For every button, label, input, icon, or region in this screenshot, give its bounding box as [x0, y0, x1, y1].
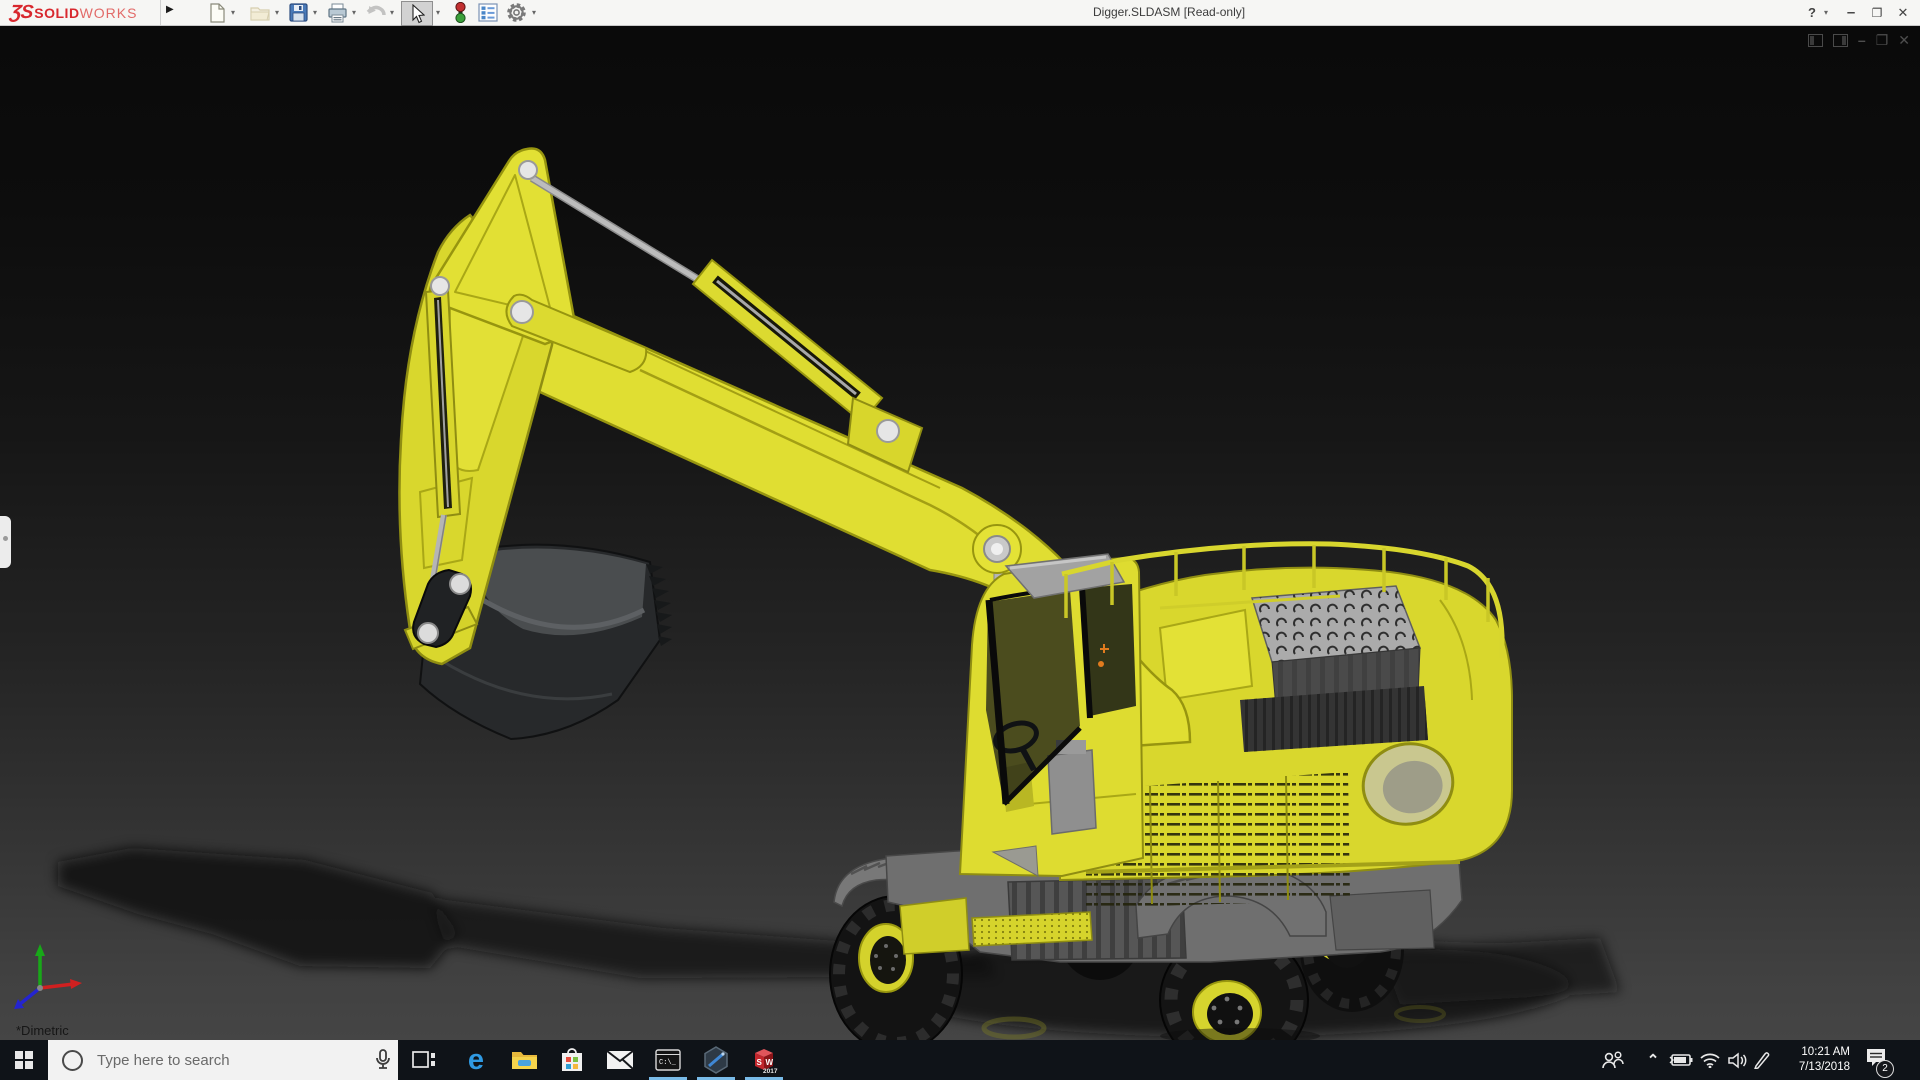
store-icon [562, 1048, 582, 1071]
clock-date: 7/13/2018 [1798, 1061, 1850, 1073]
properties-list-icon [478, 3, 498, 22]
settings-caret-icon[interactable]: ▾ [532, 8, 536, 17]
help-caret-icon[interactable]: ▾ [1820, 0, 1832, 25]
search-input[interactable] [95, 1050, 339, 1070]
command-prompt-icon: C:\_ [655, 1049, 681, 1071]
file-explorer-icon [511, 1052, 537, 1069]
pane-right-icon[interactable] [1832, 33, 1848, 47]
new-document-button[interactable] [206, 2, 228, 23]
people-button[interactable] [1596, 1040, 1630, 1080]
taskbar-edge-button[interactable]: e [452, 1040, 500, 1080]
print-icon [327, 3, 347, 22]
clock-time: 10:21 AM [1801, 1046, 1850, 1058]
cortana-icon [62, 1049, 83, 1071]
save-button[interactable] [287, 2, 309, 23]
taskbar-mail-button[interactable] [596, 1040, 644, 1080]
hexagon-app-icon [704, 1046, 728, 1074]
print-caret-icon[interactable]: ▾ [352, 8, 356, 17]
taskbar-search[interactable] [48, 1040, 398, 1080]
clock[interactable]: 10:21 AM 7/13/2018 [1772, 1040, 1850, 1080]
edge-icon: e [467, 1043, 485, 1076]
mdi-restore-icon[interactable]: ❐ [1876, 33, 1889, 47]
solidworks-logo-glyph: ƷS [8, 1, 34, 23]
gear-icon [506, 3, 526, 22]
open-caret-icon[interactable]: ▾ [275, 8, 279, 17]
action-center-icon-wrap: 2 [1865, 1048, 1894, 1078]
select-caret-icon[interactable]: ▾ [436, 8, 440, 17]
view-orientation-label: *Dimetric [16, 1023, 69, 1038]
pen-icon [1754, 1052, 1770, 1069]
chevron-up-icon: ⌃ [1646, 1052, 1660, 1069]
settings-button[interactable] [505, 2, 527, 23]
taskbar-store-button[interactable] [548, 1040, 596, 1080]
solidworks-2017-icon: S W 2017 [755, 1049, 778, 1074]
start-button[interactable] [0, 1040, 48, 1080]
pane-left-icon[interactable] [1807, 33, 1823, 47]
help-button[interactable]: ? [1802, 0, 1822, 25]
svg-text:2017: 2017 [763, 1068, 778, 1074]
microphone-icon[interactable] [375, 1049, 391, 1071]
battery-button[interactable] [1666, 1040, 1696, 1080]
rebuild-button[interactable] [449, 2, 471, 23]
cab [958, 553, 1145, 878]
minimize-button[interactable]: – [1840, 0, 1862, 25]
solidworks-window: ƷS SOLID WORKS ▶ ▾ ▾ ▾ ▾ ▾ ▾ ▾ Digger.SL… [0, 0, 1920, 1080]
titlebar: ƷS SOLID WORKS ▶ ▾ ▾ ▾ ▾ ▾ ▾ ▾ Digger.SL… [0, 0, 1920, 26]
speaker-icon [1728, 1051, 1747, 1069]
mdi-minimize-icon[interactable]: – [1858, 33, 1866, 47]
model-canvas[interactable] [0, 26, 1920, 1040]
graphics-viewport[interactable]: – ❐ ✕ *Dimetric [0, 26, 1920, 1040]
select-tool-button[interactable] [401, 1, 433, 26]
network-button[interactable] [1696, 1040, 1724, 1080]
windows-logo-icon [15, 1051, 33, 1069]
window-title: Digger.SLDASM [Read-only] [1093, 5, 1246, 19]
svg-text:S: S [757, 1058, 763, 1067]
svg-text:W: W [766, 1058, 774, 1067]
tray-overflow-button[interactable]: ⌃ [1640, 1040, 1666, 1080]
open-button[interactable] [249, 2, 271, 23]
taskbar-cmd-button[interactable]: C:\_ [644, 1040, 692, 1080]
taskbar-explorer-button[interactable] [500, 1040, 548, 1080]
menu-flyout-arrow-icon[interactable]: ▶ [166, 4, 174, 15]
taskbar: e [0, 1040, 1920, 1080]
wifi-icon [1700, 1053, 1720, 1068]
save-icon [288, 3, 308, 22]
mdi-close-icon[interactable]: ✕ [1898, 33, 1910, 47]
solidworks-logo-bold: SOLID [34, 4, 80, 21]
restore-button[interactable]: ❐ [1866, 0, 1888, 25]
undo-caret-icon[interactable]: ▾ [390, 8, 394, 17]
battery-icon [1669, 1054, 1693, 1066]
svg-text:C:\_: C:\_ [659, 1059, 677, 1067]
traffic-light-icon [454, 2, 466, 23]
undo-icon [366, 5, 386, 15]
task-view-icon [412, 1051, 435, 1068]
taskbar-solidworks-button[interactable]: S W 2017 [740, 1040, 788, 1080]
toolbar-separator [160, 0, 161, 25]
new-document-caret-icon[interactable]: ▾ [231, 8, 235, 17]
open-folder-icon [249, 6, 270, 21]
action-center-button[interactable]: 2 [1856, 1040, 1896, 1080]
solidworks-logo-light: WORKS [79, 4, 138, 21]
mail-icon [606, 1050, 634, 1070]
orientation-triad [14, 944, 82, 1009]
print-button[interactable] [326, 2, 348, 23]
notification-badge: 2 [1876, 1059, 1894, 1078]
close-button[interactable]: ✕ [1892, 0, 1914, 25]
task-view-button[interactable] [400, 1040, 448, 1080]
new-document-icon [210, 2, 225, 23]
save-caret-icon[interactable]: ▾ [313, 8, 317, 17]
mdi-window-controls: – ❐ ✕ [1807, 33, 1910, 47]
select-cursor-icon [412, 3, 425, 23]
people-icon [1602, 1051, 1624, 1069]
undo-button[interactable] [364, 2, 386, 23]
taskbar-hexagon-app-button[interactable] [692, 1040, 740, 1080]
solidworks-logo[interactable]: ƷS SOLID WORKS [8, 1, 138, 24]
options-list-button[interactable] [477, 2, 499, 23]
